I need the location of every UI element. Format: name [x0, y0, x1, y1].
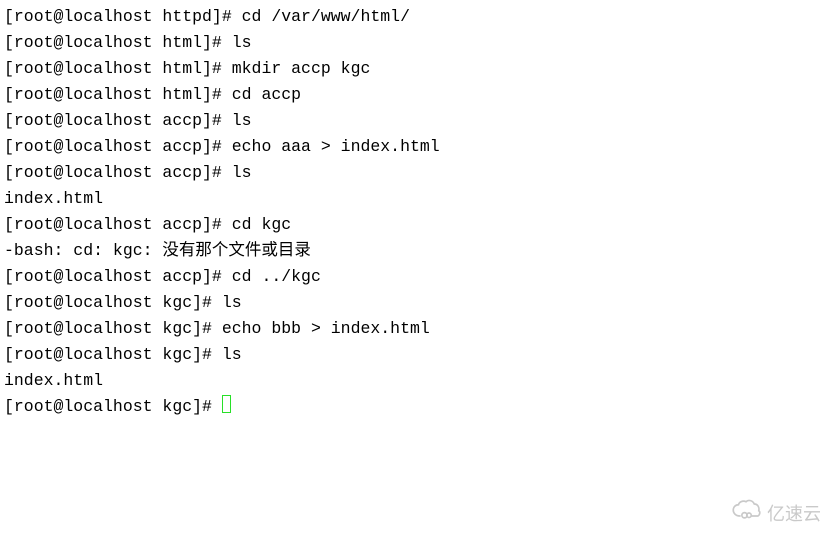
terminal-prompt-line: [root@localhost accp]# cd kgc — [4, 212, 835, 238]
command-text: ls — [222, 345, 242, 364]
prompt-text: [root@localhost accp]# — [4, 267, 232, 286]
command-text: ls — [232, 163, 252, 182]
command-text: ls — [232, 111, 252, 130]
output-text: index.html — [4, 371, 103, 390]
watermark-text: 亿速云 — [767, 501, 821, 527]
terminal-prompt-line: [root@localhost html]# ls — [4, 30, 835, 56]
terminal-prompt-line: [root@localhost httpd]# cd /var/www/html… — [4, 4, 835, 30]
prompt-text: [root@localhost kgc]# — [4, 345, 222, 364]
terminal-prompt-line: [root@localhost accp]# ls — [4, 108, 835, 134]
prompt-text: [root@localhost kgc]# — [4, 319, 222, 338]
command-text: cd /var/www/html/ — [242, 7, 410, 26]
terminal-output-line: index.html — [4, 368, 835, 394]
prompt-text: [root@localhost accp]# — [4, 215, 232, 234]
terminal-output[interactable]: [root@localhost httpd]# cd /var/www/html… — [4, 4, 835, 420]
terminal-prompt-line: [root@localhost kgc]# — [4, 394, 835, 420]
prompt-text: [root@localhost kgc]# — [4, 293, 222, 312]
prompt-text: [root@localhost html]# — [4, 33, 232, 52]
terminal-prompt-line: [root@localhost accp]# ls — [4, 160, 835, 186]
command-text: ls — [222, 293, 242, 312]
command-text: echo bbb > index.html — [222, 319, 430, 338]
terminal-prompt-line: [root@localhost kgc]# ls — [4, 290, 835, 316]
command-text: ls — [232, 33, 252, 52]
prompt-text: [root@localhost kgc]# — [4, 397, 222, 416]
prompt-text: [root@localhost accp]# — [4, 111, 232, 130]
prompt-text: [root@localhost html]# — [4, 85, 232, 104]
terminal-prompt-line: [root@localhost accp]# cd ../kgc — [4, 264, 835, 290]
terminal-prompt-line: [root@localhost html]# mkdir accp kgc — [4, 56, 835, 82]
output-text: index.html — [4, 189, 103, 208]
terminal-prompt-line: [root@localhost accp]# echo aaa > index.… — [4, 134, 835, 160]
prompt-text: [root@localhost httpd]# — [4, 7, 242, 26]
terminal-prompt-line: [root@localhost kgc]# echo bbb > index.h… — [4, 316, 835, 342]
output-text: -bash: cd: kgc: 没有那个文件或目录 — [4, 241, 311, 260]
prompt-text: [root@localhost html]# — [4, 59, 232, 78]
watermark: 亿速云 — [731, 499, 821, 528]
terminal-output-line: index.html — [4, 186, 835, 212]
command-text: mkdir accp kgc — [232, 59, 371, 78]
command-text: echo aaa > index.html — [232, 137, 440, 156]
command-text: cd ../kgc — [232, 267, 321, 286]
command-text: cd kgc — [232, 215, 291, 234]
terminal-output-line: -bash: cd: kgc: 没有那个文件或目录 — [4, 238, 835, 264]
cloud-icon — [731, 499, 761, 528]
prompt-text: [root@localhost accp]# — [4, 163, 232, 182]
prompt-text: [root@localhost accp]# — [4, 137, 232, 156]
command-text: cd accp — [232, 85, 301, 104]
terminal-prompt-line: [root@localhost html]# cd accp — [4, 82, 835, 108]
terminal-prompt-line: [root@localhost kgc]# ls — [4, 342, 835, 368]
cursor-icon — [222, 395, 231, 413]
